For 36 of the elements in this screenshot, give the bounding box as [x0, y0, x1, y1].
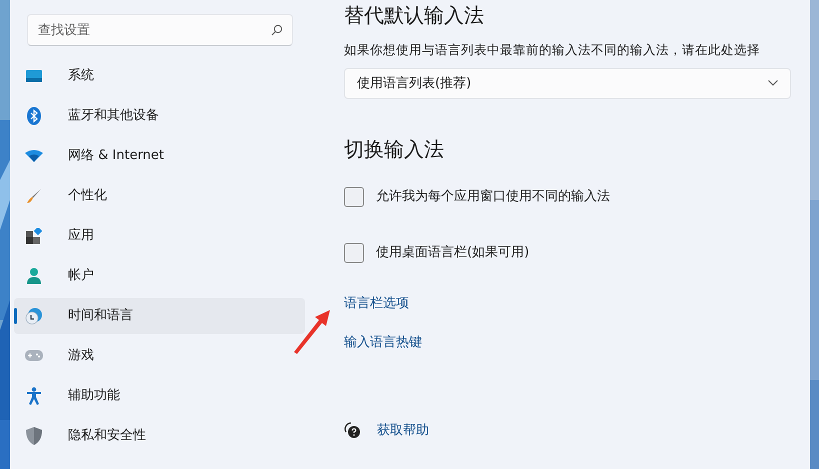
section-heading: 切换输入法 — [344, 136, 444, 163]
search-field[interactable]: 查找设置 — [27, 14, 293, 46]
sidebar-item[interactable]: 隐私和安全性 — [14, 418, 305, 454]
wifi-icon — [25, 150, 43, 162]
checkbox-label: 允许我为每个应用窗口使用不同的输入法 — [376, 188, 610, 206]
gamepad-icon — [25, 350, 43, 362]
link[interactable]: 语言栏选项 — [344, 294, 409, 314]
help-link[interactable]: 获取帮助 — [377, 420, 429, 440]
annotation-arrow — [292, 308, 332, 354]
checkbox-label: 使用桌面语言栏(如果可用) — [376, 244, 530, 262]
accessibility-icon — [27, 387, 41, 405]
chevron-down-icon — [768, 80, 778, 86]
sidebar-item[interactable]: 游戏 — [14, 338, 305, 374]
bluetooth-icon — [27, 107, 41, 125]
sidebar-item[interactable]: 帐户 — [14, 258, 305, 294]
help-icon — [344, 422, 361, 439]
section-heading: 替代默认输入法 — [344, 2, 484, 29]
checkbox[interactable] — [344, 186, 364, 207]
description-text: 如果你想使用与语言列表中最靠前的输入法不同的输入法，请在此处选择 — [344, 41, 760, 59]
language-dropdown[interactable]: 使用语言列表(推荐) — [344, 68, 791, 99]
clock-globe-icon — [25, 307, 43, 325]
shield-icon — [26, 427, 42, 445]
search-icon — [271, 24, 283, 36]
person-icon — [26, 268, 42, 284]
monitor-icon — [26, 70, 42, 82]
sidebar-item[interactable]: 应用 — [14, 218, 305, 254]
sidebar-item[interactable]: 时间和语言 — [14, 298, 305, 334]
sidebar-item[interactable]: 系统 — [14, 58, 305, 94]
apps-icon — [26, 228, 42, 244]
sidebar-item[interactable]: 网络 & Internet — [14, 138, 305, 174]
brush-icon — [26, 188, 42, 204]
link[interactable]: 输入语言热键 — [344, 333, 422, 353]
sidebar-item[interactable]: 个性化 — [14, 178, 305, 214]
sidebar-item[interactable]: 蓝牙和其他设备 — [14, 98, 305, 134]
sidebar-item[interactable]: 辅助功能 — [14, 378, 305, 414]
checkbox[interactable] — [344, 242, 364, 263]
